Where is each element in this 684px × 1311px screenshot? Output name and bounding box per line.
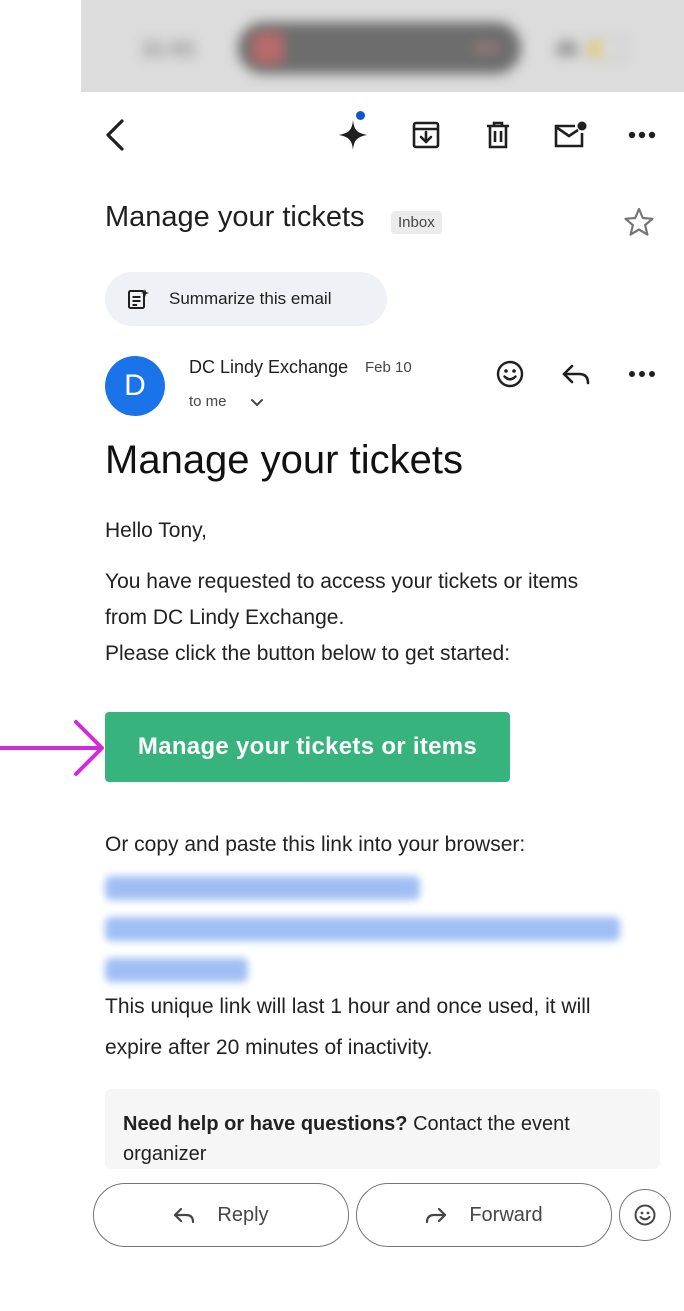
smiley-icon [634,1204,656,1226]
summarize-label: Summarize this email [169,289,332,308]
summarize-icon [128,289,149,309]
copy-link-text: Or copy and paste this link into your br… [105,833,526,856]
sender-name[interactable]: DC Lindy Exchange [189,357,348,378]
expiry-line-2: expire after 20 minutes of inactivity. [105,1036,433,1059]
back-icon[interactable] [93,113,137,157]
more-horizontal-icon[interactable] [620,113,664,157]
redacted-link-line-2[interactable] [105,917,620,941]
archive-icon[interactable] [404,113,448,157]
email-subject: Manage your tickets [105,201,365,233]
trash-icon[interactable] [476,113,520,157]
message-date: Feb 10 [365,359,412,376]
body-line-1: You have requested to access your ticket… [105,570,579,593]
message-more-icon[interactable] [620,352,664,396]
reply-icon[interactable] [554,352,598,396]
recipient-text[interactable]: to me [189,393,227,410]
sparkle-icon[interactable] [331,113,375,157]
reply-button[interactable]: Reply [93,1183,349,1247]
star-icon[interactable] [617,200,661,244]
redacted-link-line-1[interactable] [105,876,420,900]
forward-button[interactable]: Forward [356,1183,612,1247]
chevron-down-icon[interactable] [249,396,265,414]
summarize-button[interactable]: Summarize this email [105,272,387,326]
help-heading: Need help or have questions? [123,1113,408,1135]
expiry-line-1: This unique link will last 1 hour and on… [105,995,591,1018]
battery-icon [586,38,626,60]
forward-label: Forward [469,1203,543,1226]
dynamic-island [238,22,521,74]
mail-unread-icon[interactable] [548,113,592,157]
help-box: Need help or have questions? Contact the… [105,1089,660,1169]
status-time: 11:01 [141,36,197,61]
status-bar: 11:01 [81,0,684,92]
help-text-2: organizer [123,1143,207,1165]
reply-label: Reply [217,1203,269,1226]
annotation-arrow-icon [0,718,108,783]
forward-arrow-icon [426,1207,447,1224]
avatar[interactable]: D [105,356,165,416]
email-heading: Manage your tickets [105,438,463,482]
emoji-reaction-button[interactable] [619,1189,671,1241]
notification-dot [356,111,365,120]
redacted-link-line-3[interactable] [105,958,248,982]
greeting-text: Hello Tony, [105,519,207,542]
wifi-icon [556,40,578,56]
manage-tickets-button[interactable]: Manage your tickets or items [105,712,510,782]
reply-arrow-icon [174,1207,195,1224]
body-line-2: from DC Lindy Exchange. [105,606,345,629]
emoji-react-icon[interactable] [488,352,532,396]
label-chip[interactable]: Inbox [391,211,442,234]
body-line-3: Please click the button below to get sta… [105,642,511,665]
help-text: Contact the event [407,1113,570,1135]
